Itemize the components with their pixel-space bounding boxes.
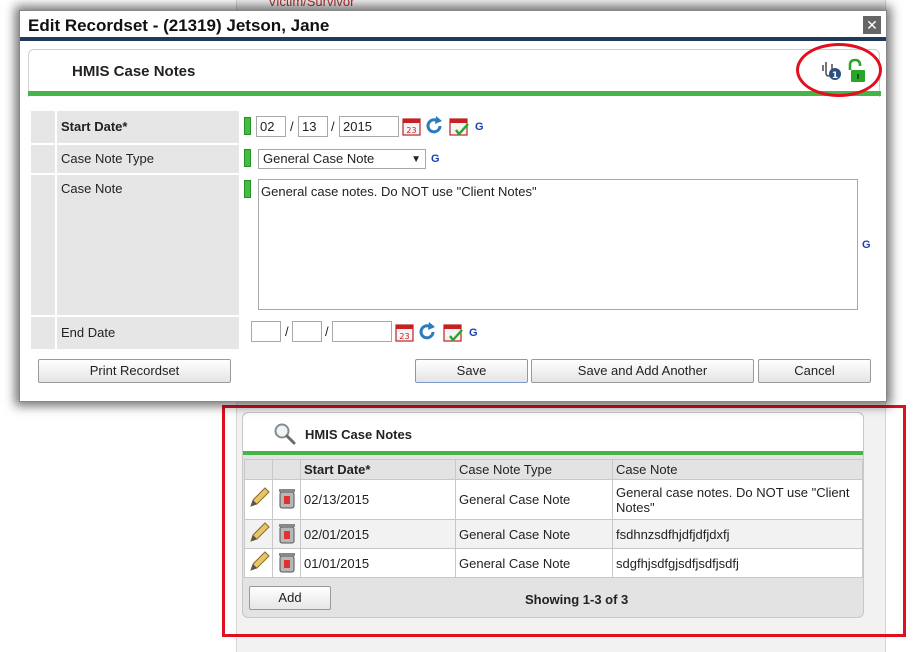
dialog-titlebar: Edit Recordset - (21319) Jetson, Jane ✕ [20,11,886,41]
highlight-box [222,405,906,637]
date-separator: / [285,324,289,339]
highlight-circle [796,43,882,97]
start-date-month-input[interactable]: 02 [256,116,286,137]
date-separator: / [331,119,335,134]
calendar-icon[interactable]: 23 [394,321,416,346]
case-note-label: Case Note [57,175,239,315]
cancel-button[interactable]: Cancel [758,359,871,383]
section-header: HMIS Case Notes [28,49,880,97]
end-date-day-input[interactable] [292,321,322,342]
print-recordset-button[interactable]: Print Recordset [38,359,231,383]
save-and-add-another-button[interactable]: Save and Add Another [531,359,754,383]
case-note-textarea[interactable]: General case notes. Do NOT use "Client N… [258,179,858,310]
g-link[interactable]: G [862,239,871,251]
close-icon[interactable]: ✕ [863,16,881,34]
start-date-year-input[interactable]: 2015 [339,116,399,137]
edit-recordset-dialog: Edit Recordset - (21319) Jetson, Jane ✕ … [19,10,887,402]
save-button[interactable]: Save [415,359,528,383]
row-marker [31,145,55,173]
row-marker [31,317,55,349]
required-indicator [244,117,251,135]
g-link[interactable]: G [469,327,478,339]
row-marker [31,175,55,315]
g-link[interactable]: G [431,153,440,165]
dialog-title: Edit Recordset - (21319) Jetson, Jane [28,16,330,35]
case-note-type-label: Case Note Type [57,145,239,173]
start-date-label: Start Date* [57,111,239,143]
svg-text:23: 23 [406,126,416,135]
end-date-year-input[interactable] [332,321,392,342]
date-separator: / [325,324,329,339]
end-date-month-input[interactable] [251,321,281,342]
refresh-icon[interactable] [416,321,438,346]
calendar-check-icon[interactable] [442,321,464,346]
calendar-check-icon[interactable] [448,115,470,140]
section-divider [28,91,881,96]
row-marker [31,111,55,143]
section-title: HMIS Case Notes [72,63,196,80]
g-link[interactable]: G [475,121,484,133]
svg-text:23: 23 [399,332,409,341]
end-date-label: End Date [57,317,239,349]
background-fragment: Victim/Survivor [268,0,355,9]
required-indicator [244,149,251,167]
start-date-day-input[interactable]: 13 [298,116,328,137]
case-note-type-select[interactable]: General Case Note ▼ [258,149,426,169]
calendar-icon[interactable]: 23 [401,115,423,140]
required-indicator [244,180,251,198]
refresh-icon[interactable] [423,115,445,140]
date-separator: / [290,119,294,134]
